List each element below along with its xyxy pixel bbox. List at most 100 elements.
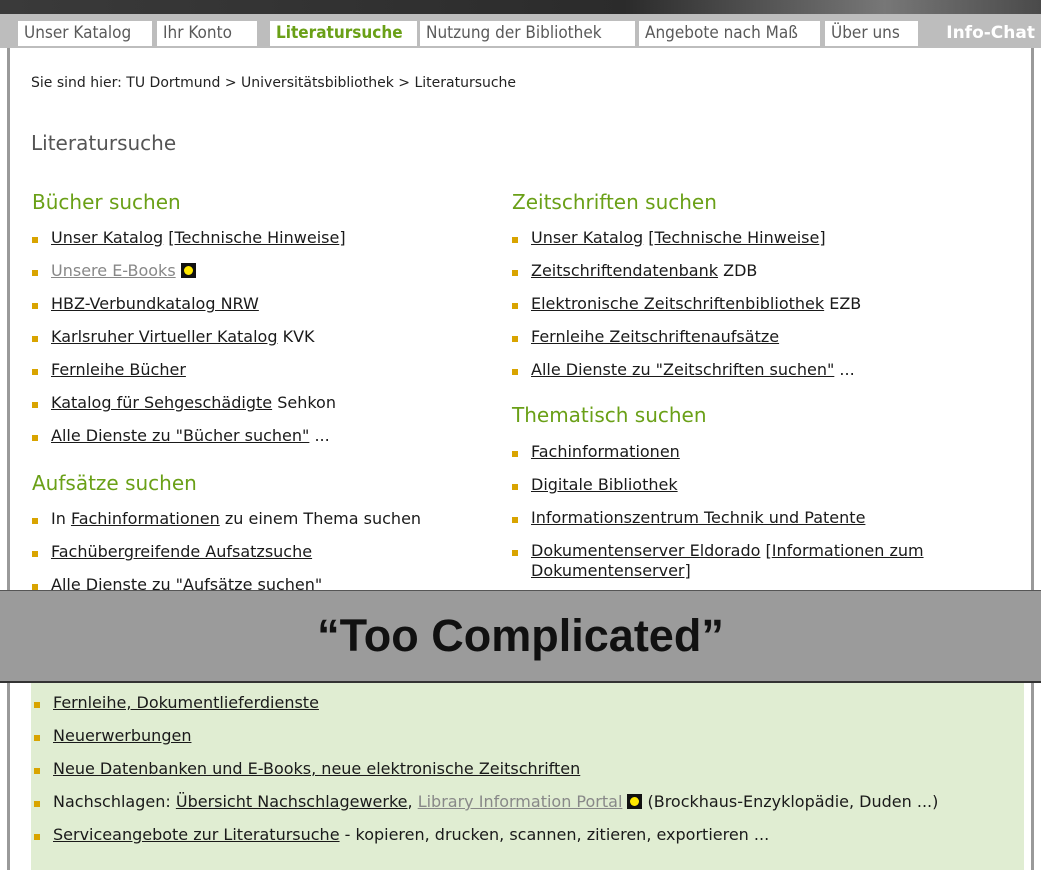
- nav-tab-nutzung[interactable]: Nutzung der Bibliothek: [420, 21, 635, 46]
- service-box: Fernleihe, Dokumentlieferdienste Neuerwe…: [31, 678, 1024, 870]
- list-item: Unser Katalog [Technische Hinweise]: [32, 228, 346, 248]
- bullet-icon: [512, 550, 518, 556]
- link-unser-katalog[interactable]: Unser Katalog: [51, 228, 163, 247]
- bracket-open: [: [760, 541, 772, 560]
- link-hbz-verbundkatalog[interactable]: HBZ-Verbundkatalog NRW: [51, 294, 259, 313]
- list-item: Karlsruher Virtueller Katalog KVK: [32, 327, 346, 347]
- item-suffix: ...: [309, 426, 330, 445]
- item-prefix: In: [51, 509, 71, 528]
- list-item: Fachübergreifende Aufsatzsuche: [32, 542, 421, 562]
- link-fachinformationen-thema[interactable]: Fachinformationen: [531, 442, 680, 461]
- nav-tab-konto[interactable]: Ihr Konto: [157, 21, 257, 46]
- bullet-icon: [32, 369, 38, 375]
- link-unsere-ebooks[interactable]: Unsere E-Books: [51, 261, 176, 280]
- link-technische-hinweise[interactable]: Technische Hinweise: [175, 228, 340, 247]
- nav-tab-katalog[interactable]: Unser Katalog: [18, 21, 152, 46]
- link-fernleihe-zeitschriften[interactable]: Fernleihe Zeitschriftenaufsätze: [531, 327, 779, 346]
- link-karlsruher-katalog[interactable]: Karlsruher Virtueller Katalog: [51, 327, 278, 346]
- list-item: Dokumentenserver Eldorado [Informationen…: [512, 541, 924, 585]
- page-title: Literatursuche: [31, 131, 177, 155]
- link-alle-dienste-zeitschriften[interactable]: Alle Dienste zu "Zeitschriften suchen": [531, 360, 834, 379]
- item-separator: ,: [407, 792, 418, 811]
- info-chat-link[interactable]: Info-Chat: [946, 21, 1035, 46]
- link-alle-dienste-buecher[interactable]: Alle Dienste zu "Bücher suchen": [51, 426, 309, 445]
- heading-thematisch-suchen: Thematisch suchen: [512, 403, 707, 427]
- item-suffix: (Brockhaus-Enzyklopädie, Duden ...): [642, 792, 939, 811]
- link-fernleihe-buecher[interactable]: Fernleihe Bücher: [51, 360, 186, 379]
- list-buecher-suchen: Unser Katalog [Technische Hinweise] Unse…: [32, 228, 346, 459]
- list-item: Informationszentrum Technik und Patente: [512, 508, 924, 528]
- heading-aufsaetze-suchen: Aufsätze suchen: [32, 471, 197, 495]
- link-neue-datenbanken[interactable]: Neue Datenbanken und E-Books, neue elekt…: [53, 759, 580, 778]
- header-photo-strip: [0, 0, 1041, 14]
- list-item: Alle Dienste zu "Zeitschriften suchen" .…: [512, 360, 861, 380]
- link-zeitschriftendatenbank[interactable]: Zeitschriftendatenbank: [531, 261, 718, 280]
- list-item: In Fachinformationen zu einem Thema such…: [32, 509, 421, 529]
- link-dokumentenserver[interactable]: Dokumentenserver: [531, 561, 685, 580]
- list-item: Elektronische Zeitschriftenbibliothek EZ…: [512, 294, 861, 314]
- link-digitale-bibliothek[interactable]: Digitale Bibliothek: [531, 475, 678, 494]
- bullet-icon: [512, 451, 518, 457]
- item-prefix: Nachschlagen:: [53, 792, 176, 811]
- item-suffix: zu einem Thema suchen: [219, 509, 422, 528]
- link-fachinformationen[interactable]: Fachinformationen: [71, 509, 220, 528]
- bullet-icon: [34, 768, 40, 774]
- bullet-icon: [512, 270, 518, 276]
- item-suffix: EZB: [824, 294, 862, 313]
- link-unser-katalog-zs[interactable]: Unser Katalog: [531, 228, 643, 247]
- frame-border-right: [1031, 48, 1034, 870]
- bracket-close: ]: [684, 561, 691, 580]
- link-informationen-zum[interactable]: Informationen zum: [772, 541, 924, 560]
- list-item: Nachschlagen: Übersicht Nachschlagewerke…: [34, 792, 938, 812]
- link-serviceangebote[interactable]: Serviceangebote zur Literatursuche: [53, 825, 340, 844]
- bullet-icon: [32, 336, 38, 342]
- bullet-icon: [32, 270, 38, 276]
- caption-overlay-banner: “Too Complicated”: [0, 590, 1041, 683]
- bullet-icon: [34, 834, 40, 840]
- list-zeitschriften-suchen: Unser Katalog [Technische Hinweise] Zeit…: [512, 228, 861, 393]
- list-thematisch-suchen: Fachinformationen Digitale Bibliothek In…: [512, 442, 924, 598]
- bullet-icon: [32, 518, 38, 524]
- nav-tab-angebote[interactable]: Angebote nach Maß: [639, 21, 820, 46]
- bracket-open: [: [643, 228, 655, 247]
- list-item: Serviceangebote zur Literatursuche - kop…: [34, 825, 938, 845]
- link-fachuebergreifende-aufsatzsuche[interactable]: Fachübergreifende Aufsatzsuche: [51, 542, 312, 561]
- link-library-information-portal[interactable]: Library Information Portal: [418, 792, 623, 811]
- bullet-icon: [32, 435, 38, 441]
- item-suffix: ...: [834, 360, 855, 379]
- link-dokumentenserver-eldorado[interactable]: Dokumentenserver Eldorado: [531, 541, 760, 560]
- bullet-icon: [512, 369, 518, 375]
- list-item: Neuerwerbungen: [34, 726, 938, 746]
- breadcrumb: Sie sind hier: TU Dortmund > Universität…: [31, 75, 517, 91]
- bullet-icon: [512, 237, 518, 243]
- list-item: Unsere E-Books: [32, 261, 346, 281]
- list-item: Fernleihe Zeitschriftenaufsätze: [512, 327, 861, 347]
- bullet-icon: [32, 402, 38, 408]
- bullet-icon: [512, 517, 518, 523]
- heading-zeitschriften-suchen: Zeitschriften suchen: [512, 190, 717, 214]
- bracket-close: ]: [339, 228, 346, 247]
- item-suffix: KVK: [277, 327, 315, 346]
- nav-tab-ueber-uns[interactable]: Über uns: [825, 21, 918, 46]
- bullet-icon: [512, 336, 518, 342]
- bullet-icon: [512, 303, 518, 309]
- link-neuerwerbungen[interactable]: Neuerwerbungen: [53, 726, 191, 745]
- list-item: Fachinformationen: [512, 442, 924, 462]
- bracket-open: [: [163, 228, 175, 247]
- bracket-close: ]: [819, 228, 826, 247]
- bullet-icon: [32, 551, 38, 557]
- list-item: Zeitschriftendatenbank ZDB: [512, 261, 861, 281]
- nav-tab-literatursuche[interactable]: Literatursuche: [270, 21, 417, 46]
- link-uebersicht-nachschlagewerke[interactable]: Übersicht Nachschlagewerke: [176, 792, 408, 811]
- overlay-caption: “Too Complicated”: [317, 610, 724, 661]
- item-suffix: - kopieren, drucken, scannen, zitieren, …: [339, 825, 770, 844]
- main-navigation: Unser Katalog Ihr Konto Literatursuche N…: [0, 14, 1041, 48]
- link-katalog-sehgeschaedigte[interactable]: Katalog für Sehgeschädigte: [51, 393, 272, 412]
- link-technische-hinweise-zs[interactable]: Technische Hinweise: [655, 228, 820, 247]
- link-fernleihe-dokumentlieferdienste[interactable]: Fernleihe, Dokumentlieferdienste: [53, 693, 319, 712]
- new-badge-icon: [627, 794, 643, 809]
- bullet-icon: [32, 303, 38, 309]
- link-ezb[interactable]: Elektronische Zeitschriftenbibliothek: [531, 294, 824, 313]
- link-informationszentrum[interactable]: Informationszentrum Technik und Patente: [531, 508, 865, 527]
- heading-buecher-suchen: Bücher suchen: [32, 190, 181, 214]
